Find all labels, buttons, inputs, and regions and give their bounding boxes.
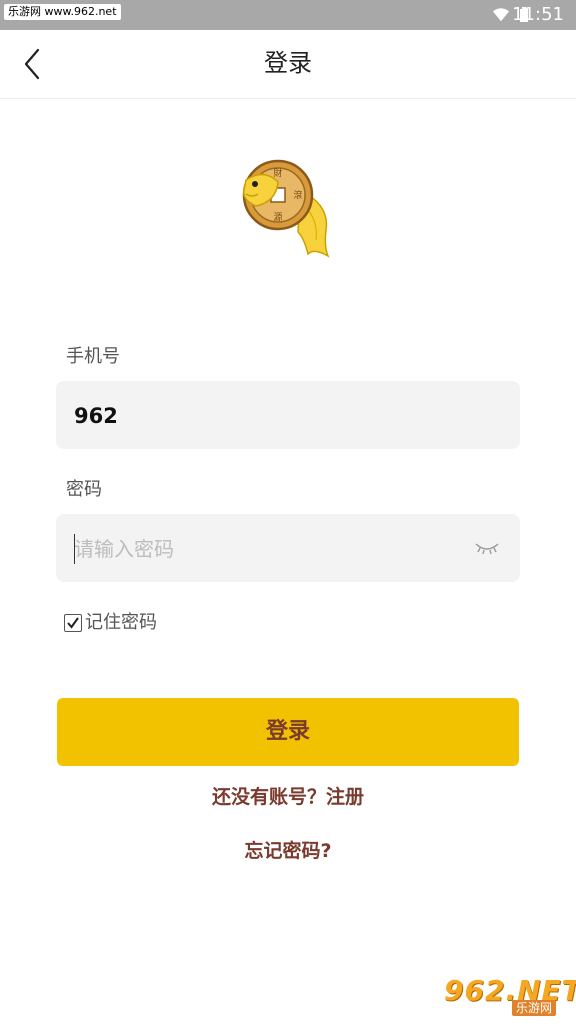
login-button[interactable]: 登录 [57,698,519,766]
password-input[interactable] [74,534,454,564]
text-caret [74,534,75,564]
svg-text:財: 財 [273,167,282,179]
remember-label: 记住密码 [85,612,157,633]
forgot-password-link[interactable]: 忘记密码? [0,838,576,864]
remember-checkbox[interactable] [64,614,82,632]
phone-input[interactable] [74,401,494,431]
watermark-sub: 乐游网 [512,1000,557,1016]
watermark-logo: 962.NET 乐游网 [436,974,576,1020]
coin-fish-logo-icon: 財 源 滾 [242,159,330,258]
register-link[interactable]: 还没有账号？注册 [0,784,576,810]
svg-text:滾: 滾 [293,189,302,201]
password-field[interactable] [56,514,520,582]
app-header: 登录 [0,30,576,99]
svg-text:源: 源 [273,212,282,223]
status-bar: 乐游网 www.962.net 11:51 [0,0,576,36]
status-tag: 乐游网 www.962.net [4,4,121,20]
password-label: 密码 [66,479,102,500]
status-time: 11:51 [512,4,564,25]
phone-field[interactable] [56,381,520,449]
checkmark-icon [67,617,79,629]
watermark-brand: 962.NET [444,974,576,1007]
wifi-icon [492,8,510,22]
page-title: 登录 [264,49,312,77]
phone-label: 手机号 [66,346,120,367]
eye-closed-icon[interactable] [474,538,500,556]
